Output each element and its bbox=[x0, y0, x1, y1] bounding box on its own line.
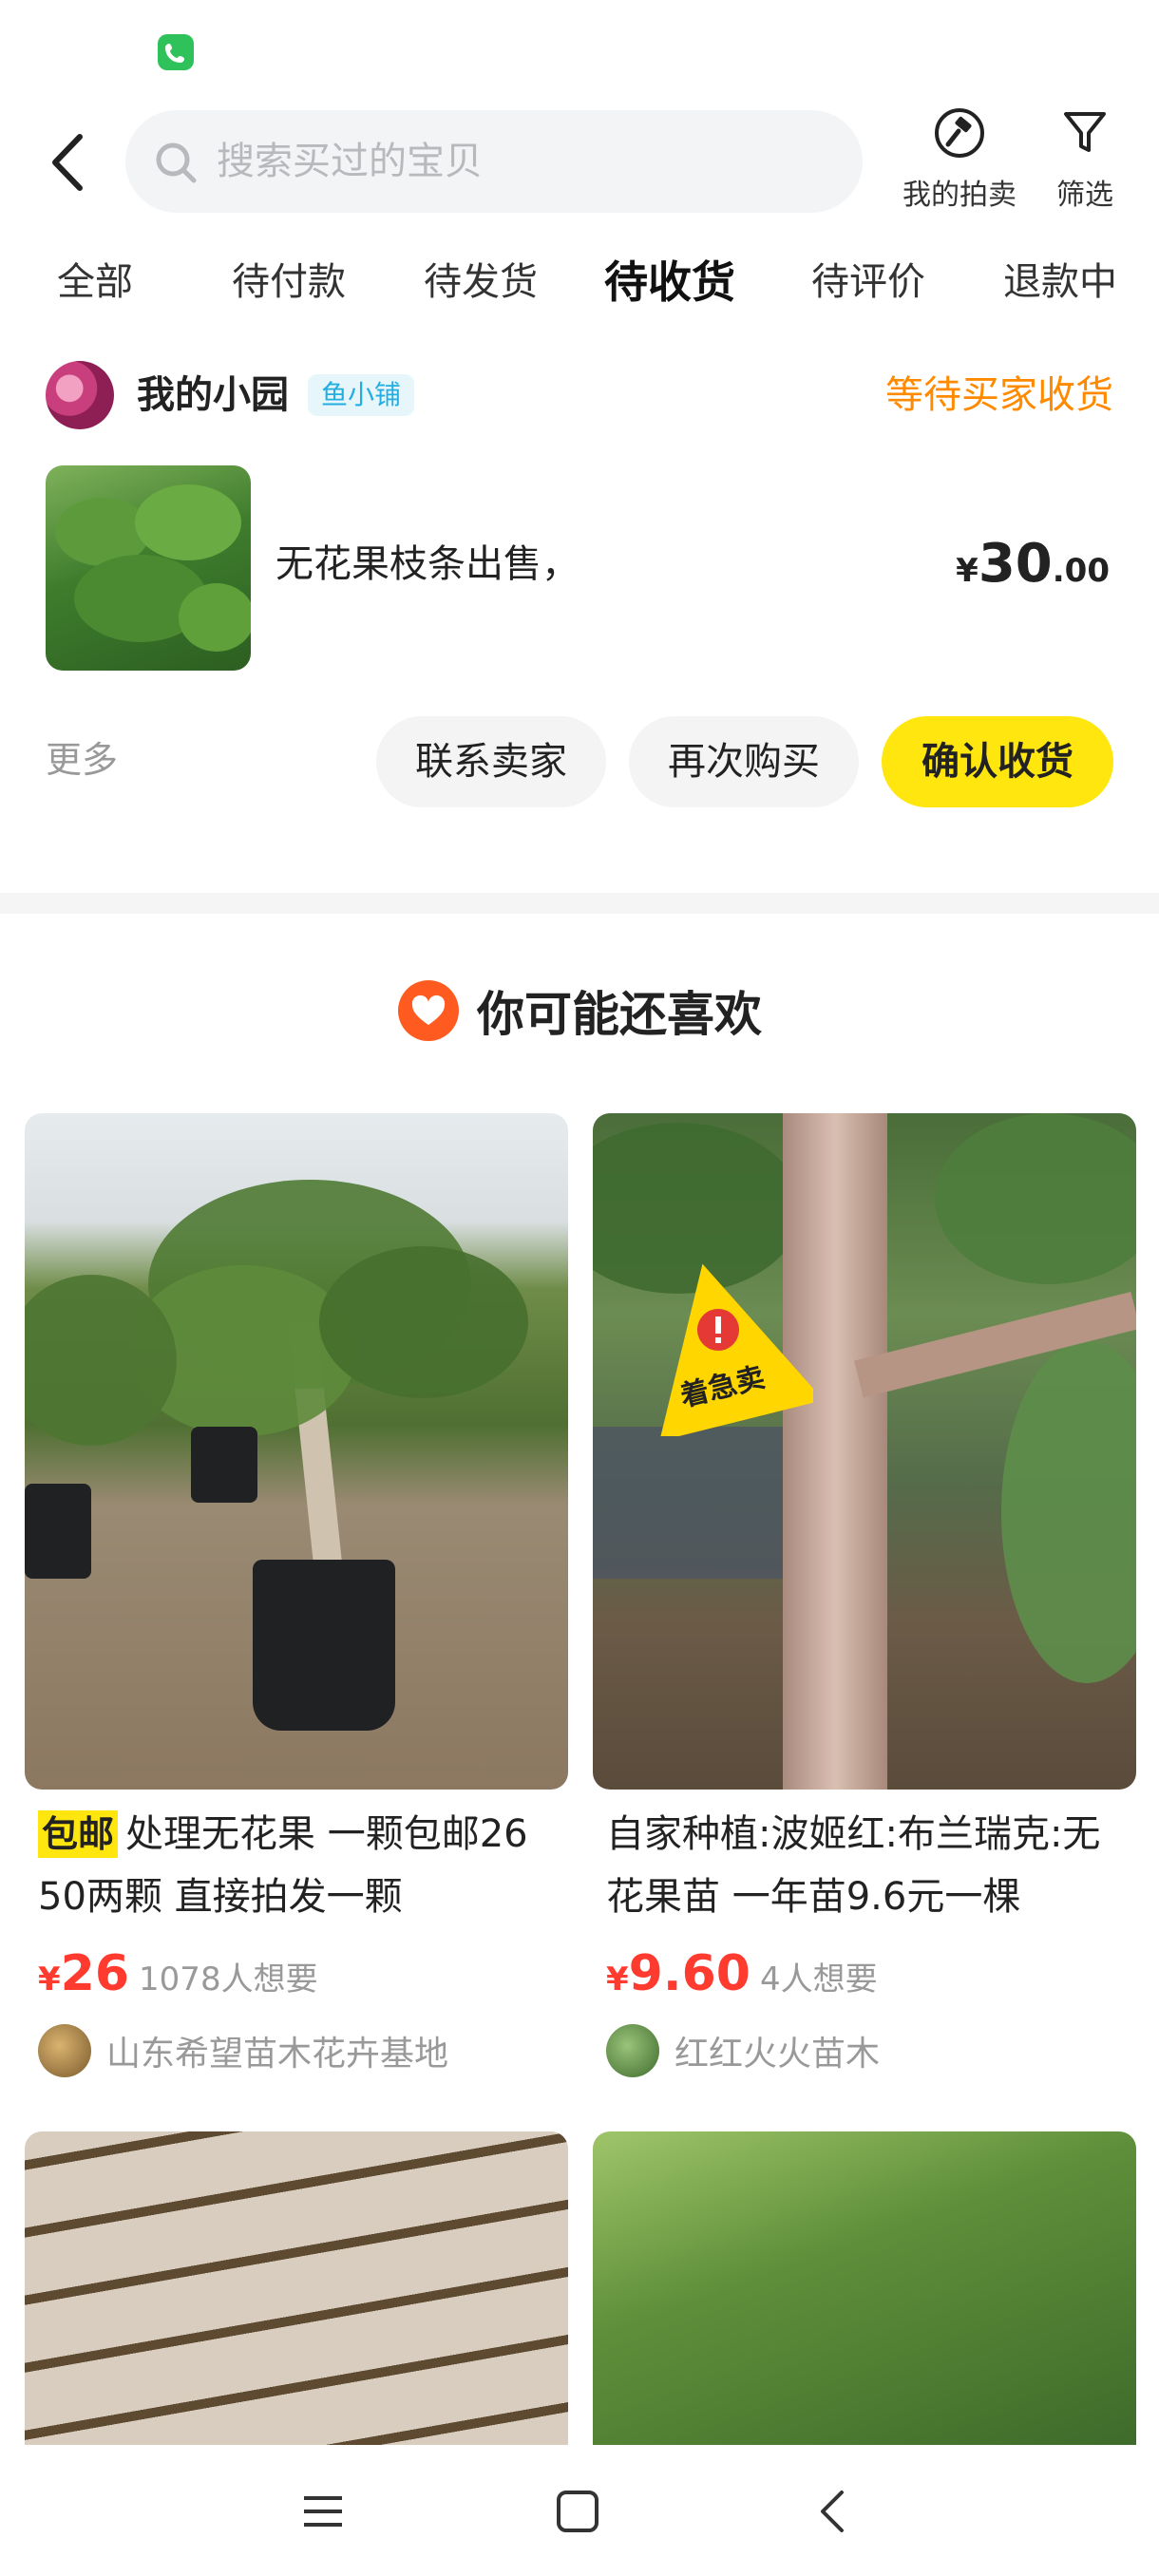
tab-pending-receipt[interactable]: 待收货 bbox=[600, 249, 739, 315]
recommend-title: 你可能还喜欢 bbox=[477, 987, 762, 1042]
shop-badge: 鱼小铺 bbox=[308, 374, 415, 416]
system-nav-bar bbox=[0, 2445, 1159, 2576]
price-row: ¥9.60 4人想要 bbox=[593, 1945, 1136, 2002]
search-input[interactable]: 搜索买过的宝贝 bbox=[125, 110, 863, 213]
my-auction-label: 我的拍卖 bbox=[902, 179, 1016, 212]
tab-all[interactable]: 全部 bbox=[57, 249, 133, 315]
product-price: ¥9.60 bbox=[606, 1945, 750, 2002]
product-image[interactable]: 着急卖 bbox=[593, 1113, 1136, 1790]
phone-call-icon bbox=[158, 34, 194, 70]
seller-name: 山东希望苗木花卉基地 bbox=[106, 2035, 449, 2074]
top-bar: 搜索买过的宝贝 我的拍卖 筛选 bbox=[0, 95, 1159, 228]
product-price: ¥26 bbox=[38, 1945, 130, 2002]
seller-row[interactable]: 山东希望苗木花卉基地 bbox=[25, 2023, 568, 2078]
more-link[interactable]: 更多 bbox=[46, 733, 118, 786]
free-shipping-tag: 包邮 bbox=[38, 1810, 119, 1858]
product-image[interactable] bbox=[25, 1113, 568, 1790]
auction-hammer-icon bbox=[933, 106, 986, 160]
urgent-sale-badge: 着急卖 bbox=[633, 1256, 824, 1442]
buy-again-button[interactable]: 再次购买 bbox=[629, 716, 859, 807]
shop-name: 我的小园 bbox=[137, 373, 289, 417]
product-image[interactable] bbox=[593, 2131, 1136, 2445]
wants-count: 1078人想要 bbox=[139, 1960, 318, 1998]
price-row: ¥26 1078人想要 bbox=[25, 1945, 568, 2002]
recommend-item-card[interactable] bbox=[25, 2131, 568, 2445]
product-title[interactable]: 无花果枝条出售， bbox=[276, 538, 580, 591]
filter-funnel-icon bbox=[1058, 106, 1112, 160]
product-price: ¥30.00 bbox=[956, 533, 1110, 595]
product-card-title: 包邮 处理无花果 一颗包邮26 50两颗 直接拍发一颗 bbox=[38, 1810, 528, 1919]
recommend-header: 你可能还喜欢 bbox=[0, 973, 1159, 1049]
recommend-item-card[interactable] bbox=[593, 2131, 1136, 2445]
tab-pending-review[interactable]: 待评价 bbox=[811, 249, 925, 315]
back-arrow-icon[interactable] bbox=[38, 129, 104, 196]
wants-count: 4人想要 bbox=[759, 1960, 878, 1998]
contact-seller-button[interactable]: 联系卖家 bbox=[376, 716, 606, 807]
order-status-tabs: 全部 待付款 待发货 待收货 待评价 退款中 bbox=[0, 249, 1159, 315]
seller-row[interactable]: 红红火火苗木 bbox=[593, 2023, 1136, 2078]
my-auction-button[interactable]: 我的拍卖 bbox=[893, 106, 1026, 213]
confirm-receipt-button[interactable]: 确认收货 bbox=[882, 716, 1113, 807]
search-placeholder: 搜索买过的宝贝 bbox=[217, 140, 483, 183]
product-thumbnail[interactable] bbox=[46, 465, 251, 671]
seller-avatar bbox=[38, 2024, 91, 2077]
filter-label: 筛选 bbox=[1056, 179, 1113, 212]
recent-apps-icon[interactable] bbox=[294, 2483, 352, 2540]
heart-icon bbox=[397, 979, 460, 1042]
order-status: 等待买家收货 bbox=[885, 373, 1113, 417]
tab-pending-payment[interactable]: 待付款 bbox=[232, 249, 346, 315]
search-icon bbox=[152, 139, 200, 186]
shop-avatar bbox=[46, 361, 114, 429]
seller-avatar bbox=[606, 2024, 659, 2077]
shop-row[interactable]: 我的小园 鱼小铺 等待买家收货 bbox=[46, 361, 1113, 431]
seller-name: 红红火火苗木 bbox=[674, 2035, 881, 2074]
recommend-item-card[interactable]: 着急卖 自家种植:波姬红:布兰瑞克:无花果苗 一年苗9.6元一棵 ¥9.60 4人… bbox=[593, 1113, 1136, 2078]
recommend-item-card[interactable]: 包邮 处理无花果 一颗包邮26 50两颗 直接拍发一颗 ¥26 1078人想要 山东… bbox=[25, 1113, 568, 2078]
section-divider bbox=[0, 893, 1159, 914]
back-icon[interactable] bbox=[806, 2483, 863, 2540]
tab-pending-shipment[interactable]: 待发货 bbox=[424, 249, 538, 315]
product-image[interactable] bbox=[25, 2131, 568, 2445]
tab-refunding[interactable]: 退款中 bbox=[1003, 249, 1117, 315]
filter-button[interactable]: 筛选 bbox=[1043, 106, 1127, 213]
product-card-title: 自家种植:波姬红:布兰瑞克:无花果苗 一年苗9.6元一棵 bbox=[606, 1812, 1101, 1919]
status-bar bbox=[0, 0, 1159, 95]
home-icon[interactable] bbox=[549, 2483, 606, 2540]
